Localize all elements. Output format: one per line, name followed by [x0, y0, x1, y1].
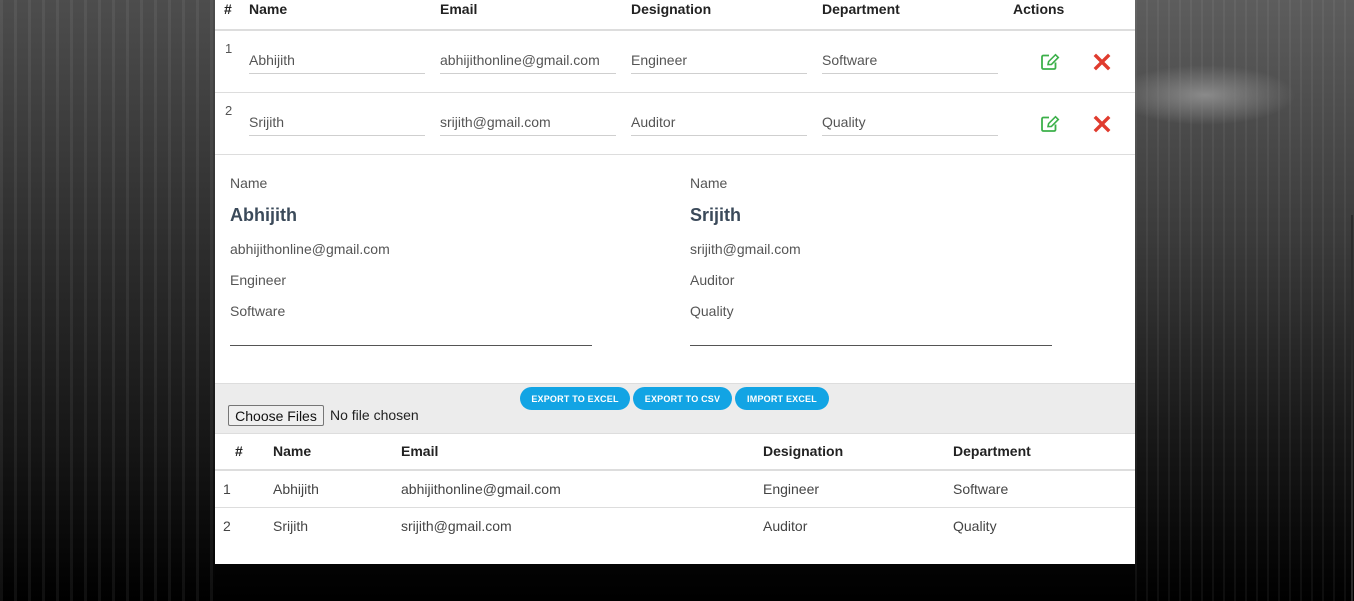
employee-cards: Name Abhijith abhijithonline@gmail.com E… — [215, 153, 1135, 383]
designation-input[interactable] — [631, 109, 807, 136]
employee-data-table: # Name Email Designation Department 1 Ab… — [215, 433, 1135, 544]
file-status-text: No file chosen — [330, 407, 419, 423]
card-divider — [690, 345, 1052, 346]
import-excel-button[interactable]: IMPORT EXCEL — [735, 387, 829, 410]
background-city-left — [0, 0, 215, 601]
main-panel: # Name Email Designation Department Acti… — [215, 0, 1135, 564]
edit-table-header: # Name Email Designation Department Acti… — [215, 0, 1135, 31]
column-header-designation: Designation — [763, 433, 953, 471]
column-header-index: # — [224, 1, 232, 17]
card-designation: Auditor — [690, 272, 735, 288]
export-to-excel-button[interactable]: EXPORT TO EXCEL — [520, 387, 630, 410]
department-input[interactable] — [822, 47, 998, 74]
column-header-email: Email — [440, 1, 478, 17]
export-toolbar: EXPORT TO EXCEL EXPORT TO CSV IMPORT EXC… — [215, 383, 1135, 434]
edit-table-row: 1 — [215, 30, 1135, 93]
card-label: Name — [230, 175, 268, 191]
column-header-index: # — [215, 433, 273, 471]
email-input[interactable] — [440, 109, 616, 136]
editable-employee-table: # Name Email Designation Department Acti… — [215, 0, 1135, 155]
cell-department: Software — [953, 470, 1135, 508]
name-input[interactable] — [249, 47, 425, 74]
table-row: 2 Srijith srijith@gmail.com Auditor Qual… — [215, 508, 1135, 545]
email-input[interactable] — [440, 47, 616, 74]
card-name: Srijith — [690, 205, 742, 225]
card-email: srijith@gmail.com — [690, 241, 801, 257]
cell-email: srijith@gmail.com — [401, 518, 512, 534]
column-header-actions: Actions — [1013, 1, 1065, 17]
edit-icon[interactable] — [1040, 115, 1060, 133]
card-department: Software — [230, 303, 286, 319]
card-divider — [230, 345, 592, 346]
cell-department: Quality — [953, 518, 997, 534]
scrollbar-track[interactable] — [1351, 215, 1353, 601]
card-name: Abhijith — [230, 205, 297, 225]
cell-index: 2 — [223, 518, 231, 534]
department-input[interactable] — [822, 109, 998, 136]
cell-designation: Auditor — [763, 518, 808, 534]
column-header-name: Name — [249, 1, 288, 17]
choose-files-button[interactable]: Choose Files — [228, 405, 324, 426]
name-input[interactable] — [249, 109, 425, 136]
row-index: 1 — [225, 41, 233, 56]
card-designation: Engineer — [230, 272, 287, 288]
cell-name: Srijith — [273, 518, 309, 534]
column-header-email: Email — [401, 433, 763, 471]
row-index: 2 — [225, 103, 233, 118]
data-table-header: # Name Email Designation Department — [215, 433, 1135, 471]
edit-table-row: 2 — [215, 93, 1135, 155]
cell-index: 1 — [215, 470, 273, 508]
delete-icon[interactable] — [1093, 53, 1111, 71]
edit-icon[interactable] — [1040, 53, 1060, 71]
column-header-department: Department — [822, 1, 900, 17]
delete-icon[interactable] — [1093, 115, 1111, 133]
column-header-designation: Designation — [631, 1, 712, 17]
cell-email: abhijithonline@gmail.com — [401, 470, 763, 508]
export-to-csv-button[interactable]: EXPORT TO CSV — [633, 387, 732, 410]
cell-designation: Engineer — [763, 470, 953, 508]
cell-name: Abhijith — [273, 470, 401, 508]
column-header-department: Department — [953, 433, 1135, 471]
background-city-right — [1135, 0, 1354, 601]
card-department: Quality — [690, 303, 734, 319]
designation-input[interactable] — [631, 47, 807, 74]
card-email: abhijithonline@gmail.com — [230, 241, 390, 257]
table-row: 1 Abhijith abhijithonline@gmail.com Engi… — [215, 470, 1135, 508]
column-header-name: Name — [273, 433, 401, 471]
card-label: Name — [690, 175, 728, 191]
